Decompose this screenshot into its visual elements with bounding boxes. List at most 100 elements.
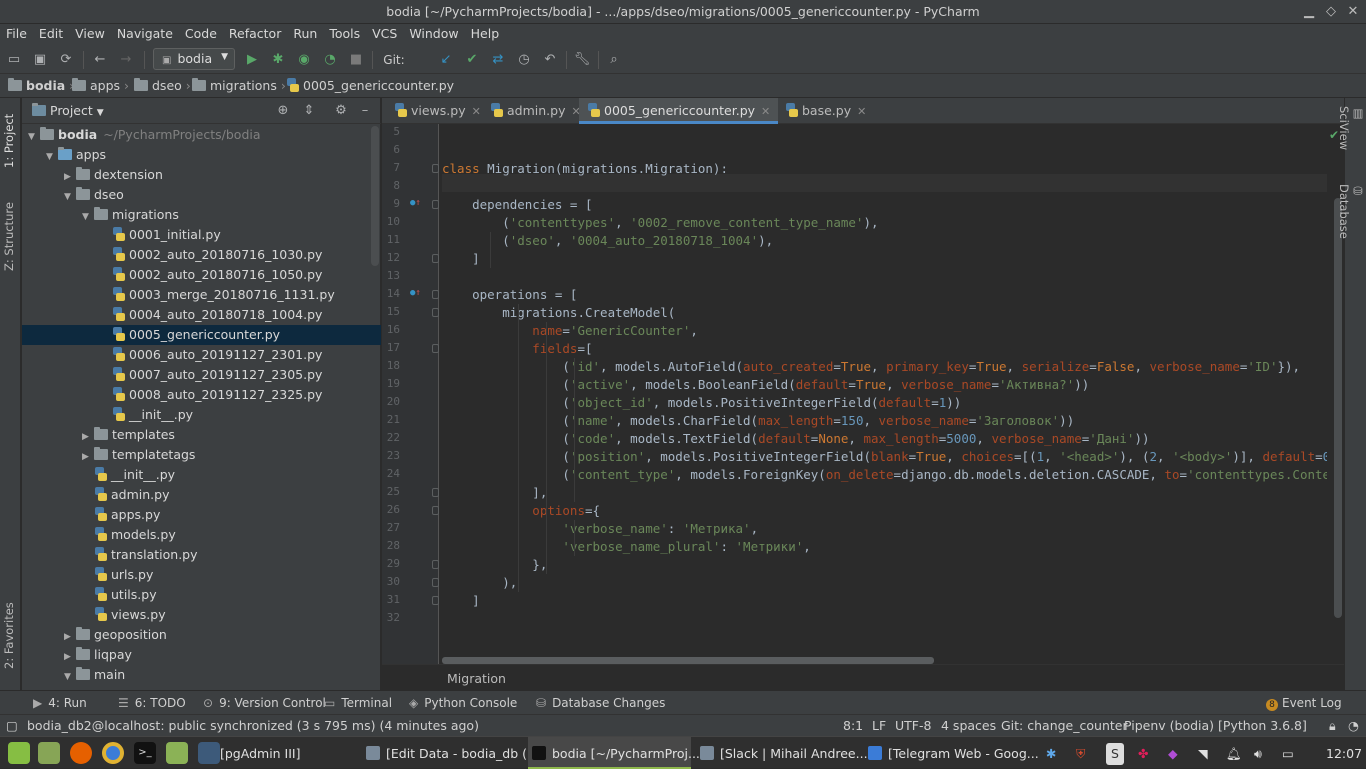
git-update-icon[interactable]: ↙ [436,50,456,70]
tree-item[interactable]: translation.py [22,545,381,565]
back-icon[interactable]: ← [90,50,110,70]
taskbar-item[interactable]: [Slack | Mihail Andree... [700,743,868,765]
tool-window-run[interactable]: ▶ 4: Run [33,696,87,710]
menu-window[interactable]: Window [403,24,464,41]
tab-project[interactable]: 1: Project [2,106,19,176]
coverage-icon[interactable]: ◉ [294,50,314,70]
tree-item[interactable]: 0001_initial.py [22,225,381,245]
breadcrumb-class[interactable]: Migration [447,671,506,686]
network-icon[interactable]: ◥ [1198,743,1208,765]
settings-wrench-icon[interactable]: 🔧︎ [572,50,592,70]
code-view[interactable]: class Migration(migrations.Migration): d… [442,124,1327,664]
tree-item[interactable]: __init__.py [22,405,381,425]
project-scrollbar[interactable] [371,126,379,266]
chevron-down-icon[interactable]: ▼ [64,187,76,207]
tab-database[interactable]: ⛁Database [1337,184,1365,254]
tree-item[interactable]: ▶ liqpay [22,645,381,665]
close-tab-icon[interactable]: ✕ [472,105,481,118]
app-tray-icon[interactable]: ◆ [1168,743,1178,765]
chevron-down-icon[interactable]: ▼ [46,147,58,167]
tree-item[interactable]: ▼ dseo [22,185,381,205]
tree-item[interactable]: apps.py [22,505,381,525]
breadcrumb-item[interactable]: 0005_genericcounter.py [286,78,454,93]
breadcrumb-item[interactable]: bodia › [8,78,74,93]
git-compare-icon[interactable]: ⇄ [488,50,508,70]
tree-item[interactable]: models.py [22,525,381,545]
chevron-right-icon[interactable]: ▶ [64,647,76,667]
debug-icon[interactable]: ✱ [268,50,288,70]
tool-window-database-changes[interactable]: ⛁ Database Changes [536,696,665,710]
menu-code[interactable]: Code [179,24,223,41]
editor-tab[interactable]: base.py ✕ [777,98,874,124]
event-log-button[interactable]: 8 Event Log [1266,696,1342,711]
tool-window-todo[interactable]: ☰ 6: TODO [118,696,186,710]
status-panel-icon[interactable]: ▢ [6,718,18,733]
bluetooth-icon[interactable]: ✱ [1046,743,1056,765]
fold-marker-icon[interactable] [432,254,439,263]
tree-item[interactable]: 0005_genericcounter.py [22,325,381,345]
tree-item[interactable]: utils.py [22,585,381,605]
tree-item[interactable]: views.py [22,605,381,625]
line-separator[interactable]: LF [872,718,886,733]
editor-tab[interactable]: 0005_genericcounter.py ✕ [579,98,779,124]
menu-help[interactable]: Help [465,24,506,41]
git-branch[interactable]: Git: change_counter [1001,718,1128,733]
tree-item[interactable]: ▼ bodia ~/PycharmProjects/bodia [22,125,381,145]
tree-item[interactable]: urls.py [22,565,381,585]
mint-menu-icon[interactable] [8,742,30,764]
slack-icon[interactable]: ✤ [1138,743,1148,765]
tree-item[interactable]: ▶ geoposition [22,625,381,645]
locate-file-icon[interactable]: ⊕ [274,102,292,120]
tool-window-vcs[interactable]: ⊙ 9: Version Control [203,696,326,710]
fold-marker-icon[interactable] [432,488,439,497]
shield-icon[interactable]: ⛨ [1076,743,1085,765]
tree-item[interactable]: 0002_auto_20180716_1050.py [22,265,381,285]
save-icon[interactable]: ▣ [30,50,50,70]
fold-marker-icon[interactable] [432,308,439,317]
tree-item[interactable]: __init__.py [22,465,381,485]
tab-structure[interactable]: Z: Structure [2,194,19,280]
chevron-right-icon[interactable]: ▶ [64,167,76,187]
menu-view[interactable]: View [69,24,111,41]
run-icon[interactable]: ▶ [242,50,262,70]
git-rollback-icon[interactable]: ↶ [540,50,560,70]
forward-icon[interactable]: → [116,50,136,70]
chevron-right-icon[interactable]: ▶ [82,427,94,447]
close-tab-icon[interactable]: ✕ [761,105,770,118]
close-tab-icon[interactable]: ✕ [857,105,866,118]
tree-item[interactable]: ▼ migrations [22,205,381,225]
editor-vertical-scrollbar[interactable] [1334,198,1342,618]
menu-file[interactable]: File [0,24,33,41]
inspector-icon[interactable]: ◔ [1348,718,1359,733]
gear-icon[interactable]: ⚙ [332,102,350,120]
search-everywhere-icon[interactable]: ⌕ [604,50,624,70]
breadcrumb-item[interactable]: dseo › [134,78,191,93]
pgadmin-icon[interactable] [198,742,220,764]
tree-item[interactable]: admin.py [22,485,381,505]
tree-item[interactable]: 0007_auto_20191127_2305.py [22,365,381,385]
caret-position[interactable]: 8:1 [843,718,863,733]
override-icon-operations[interactable]: ●↑ [410,288,421,298]
chevron-down-icon[interactable]: ▼ [82,207,94,227]
python-interpreter[interactable]: Pipenv (bodia) [Python 3.6.8] [1124,718,1307,733]
hide-panel-icon[interactable]: – [356,102,374,120]
menu-refactor[interactable]: Refactor [223,24,287,41]
fold-marker-icon[interactable] [432,164,439,173]
close-icon[interactable]: ✕ [1344,3,1362,21]
git-commit-icon[interactable]: ✔ [462,50,482,70]
menu-edit[interactable]: Edit [33,24,69,41]
editor-tab[interactable]: views.py ✕ [386,98,489,124]
fold-marker-icon[interactable] [432,290,439,299]
taskbar-item[interactable]: [pgAdmin III] [220,743,301,765]
skype-icon[interactable]: S [1106,743,1124,765]
menu-tools[interactable]: Tools [323,24,366,41]
files-icon[interactable] [166,742,188,764]
indent-setting[interactable]: 4 spaces [941,718,996,733]
minimize-icon[interactable]: ▁ [1300,3,1318,21]
tree-item[interactable]: 0006_auto_20191127_2301.py [22,345,381,365]
tab-sciview[interactable]: ▥SciView [1337,106,1365,162]
menu-run[interactable]: Run [287,24,323,41]
menu-navigate[interactable]: Navigate [111,24,179,41]
git-history-icon[interactable]: ◷ [514,50,534,70]
chevron-right-icon[interactable]: ▶ [64,627,76,647]
